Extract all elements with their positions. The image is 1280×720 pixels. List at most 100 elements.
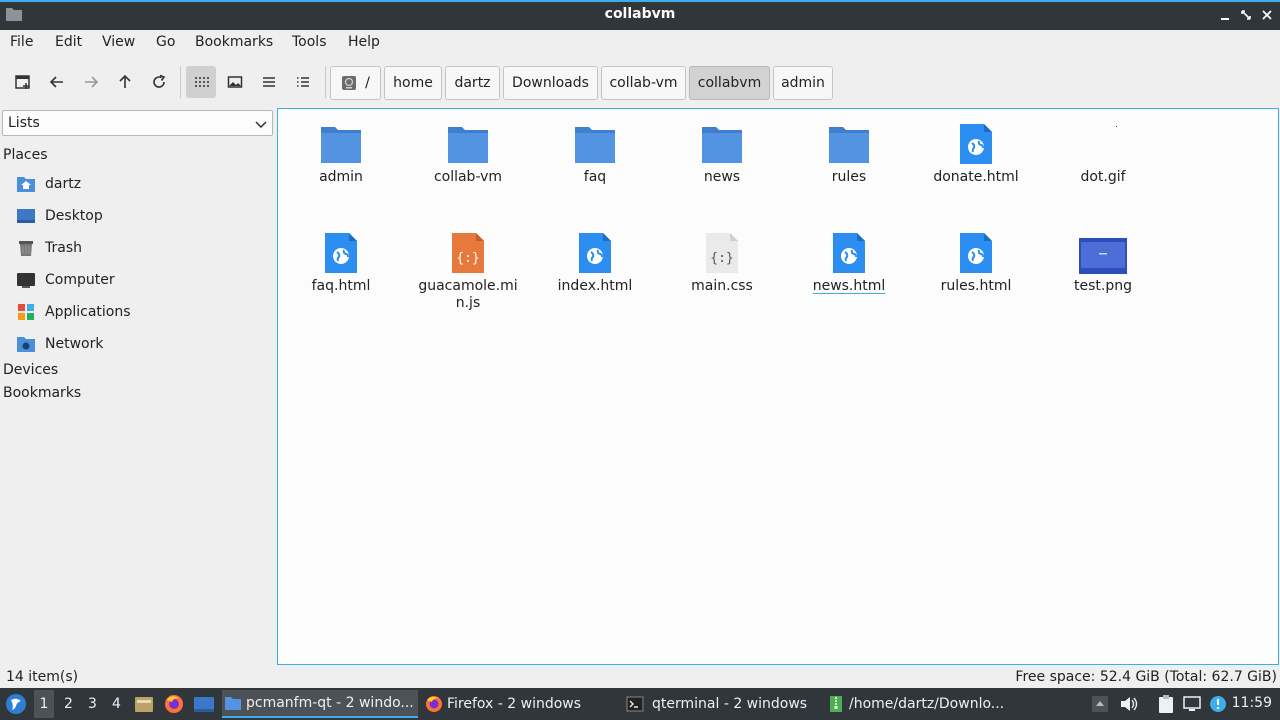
file-name: guacamole.min.js	[418, 278, 518, 311]
place-label: Trash	[45, 240, 82, 256]
bookmarks-header[interactable]: Bookmarks	[3, 385, 81, 401]
arrow-right-icon	[85, 76, 99, 88]
css-file-icon: {:}	[706, 233, 738, 273]
side-pane-mode-value: Lists	[8, 115, 40, 131]
clock[interactable]: 11:59	[1232, 695, 1272, 711]
menu-bar: File Edit View Go Bookmarks Tools Help	[0, 30, 1280, 56]
detailed-view-button[interactable]	[288, 66, 318, 98]
menu-tools[interactable]: Tools	[292, 34, 327, 50]
compact-view-button[interactable]	[254, 66, 284, 98]
file-item-rules[interactable]: rules	[794, 117, 904, 186]
close-icon[interactable]	[1259, 7, 1275, 23]
file-item-test-png[interactable]: test.png	[1048, 226, 1158, 295]
menu-file[interactable]: File	[10, 34, 33, 50]
task-pcmanfm[interactable]: pcmanfm-qt - 2 windo...	[222, 690, 418, 718]
path-crumb-downloads[interactable]: Downloads	[503, 66, 598, 100]
back-button[interactable]	[42, 66, 72, 98]
menu-help[interactable]: Help	[348, 34, 380, 50]
place-label: Desktop	[45, 208, 103, 224]
firefox-launcher-icon[interactable]	[164, 694, 184, 714]
trash-icon	[19, 241, 33, 256]
path-crumb-collabvm[interactable]: collabvm	[689, 66, 770, 100]
file-item-guacamole-min-js[interactable]: {:} guacamole.min.js	[413, 226, 523, 312]
place-desktop[interactable]: Desktop	[16, 204, 103, 228]
places-header[interactable]: Places	[3, 147, 48, 163]
path-root-label: /	[365, 75, 370, 91]
folder-icon	[448, 127, 488, 163]
file-item-faq-html[interactable]: faq.html	[286, 226, 396, 295]
path-crumb-admin[interactable]: admin	[773, 66, 833, 100]
display-icon[interactable]	[1182, 694, 1202, 714]
drive-icon	[342, 76, 357, 90]
toolbar: / home dartz Downloads collab-vm collabv…	[0, 60, 1280, 106]
file-item-faq[interactable]: faq	[540, 117, 650, 186]
file-item-admin[interactable]: admin	[286, 117, 396, 186]
task-archive[interactable]: /home/dartz/Downlo...	[825, 690, 1021, 718]
file-item-rules-html[interactable]: rules.html	[921, 226, 1031, 295]
task-firefox[interactable]: Firefox - 2 windows	[423, 690, 619, 718]
up-button[interactable]	[110, 66, 140, 98]
file-name: main.css	[691, 278, 753, 294]
notification-icon[interactable]	[1208, 694, 1228, 714]
title-bar-accent	[0, 0, 1280, 2]
volume-icon[interactable]	[1118, 694, 1138, 714]
file-name: rules	[831, 169, 867, 185]
reload-button[interactable]	[144, 66, 174, 98]
thumbnail-view-button[interactable]	[220, 66, 250, 98]
icon-view-button[interactable]	[186, 66, 216, 98]
list-icon	[263, 77, 275, 87]
file-name: index.html	[557, 278, 633, 294]
place-home[interactable]: dartz	[16, 172, 81, 196]
forward-button[interactable]	[76, 66, 106, 98]
workspace-4[interactable]: 4	[112, 696, 121, 712]
menu-edit[interactable]: Edit	[55, 34, 82, 50]
network-folder-icon	[17, 337, 35, 352]
devices-header[interactable]: Devices	[3, 362, 58, 378]
task-label: Firefox - 2 windows	[447, 696, 582, 712]
file-item-news[interactable]: news	[667, 117, 777, 186]
terminal-icon	[626, 696, 644, 712]
detailed-list-icon	[297, 77, 309, 87]
path-root-button[interactable]: /	[330, 66, 381, 100]
maximize-icon[interactable]	[1238, 7, 1254, 23]
file-name: news	[703, 169, 741, 185]
path-crumb-collab-vm[interactable]: collab-vm	[601, 66, 686, 100]
place-computer[interactable]: Computer	[16, 268, 115, 292]
workspace-1[interactable]: 1	[34, 690, 54, 718]
place-applications[interactable]: Applications	[16, 300, 131, 324]
menu-bookmarks[interactable]: Bookmarks	[195, 34, 273, 50]
new-tab-button[interactable]	[8, 66, 38, 98]
menu-go[interactable]: Go	[156, 34, 175, 50]
arrow-up-icon	[119, 74, 131, 88]
folder-view[interactable]: admin collab-vm faq news rules donate.ht…	[277, 108, 1279, 665]
html-file-icon	[833, 233, 865, 273]
file-manager-launcher-icon[interactable]	[134, 694, 154, 714]
file-item-index-html[interactable]: index.html	[540, 226, 650, 295]
file-item-main-css[interactable]: {:} main.css	[667, 226, 777, 295]
tray-expand-icon[interactable]	[1090, 694, 1110, 714]
folder-icon	[702, 127, 742, 163]
workspace-3[interactable]: 3	[88, 696, 97, 712]
svg-text:{:}: {:}	[456, 251, 479, 266]
toolbar-separator	[180, 66, 181, 98]
menu-view[interactable]: View	[102, 34, 135, 50]
start-menu-icon[interactable]	[5, 693, 27, 715]
place-trash[interactable]: Trash	[16, 236, 82, 260]
file-item-collab-vm[interactable]: collab-vm	[413, 117, 523, 186]
place-label: Applications	[45, 304, 131, 320]
archive-icon	[830, 696, 842, 712]
minimize-icon[interactable]	[1217, 7, 1233, 23]
desktop-icon	[17, 209, 35, 223]
workspace-2[interactable]: 2	[64, 696, 73, 712]
path-crumb-dartz[interactable]: dartz	[445, 66, 500, 100]
place-label: Computer	[45, 272, 115, 288]
task-qterminal[interactable]: qterminal - 2 windows	[624, 690, 820, 718]
file-item-dot-gif[interactable]: dot.gif	[1048, 117, 1158, 186]
file-item-news-html[interactable]: news.html	[794, 226, 904, 295]
side-pane-mode-select[interactable]: Lists	[2, 110, 273, 136]
show-desktop-icon[interactable]	[193, 694, 215, 714]
place-network[interactable]: Network	[16, 332, 103, 356]
path-crumb-home[interactable]: home	[384, 66, 442, 100]
file-item-donate-html[interactable]: donate.html	[921, 117, 1031, 186]
clipboard-icon[interactable]	[1156, 694, 1176, 714]
